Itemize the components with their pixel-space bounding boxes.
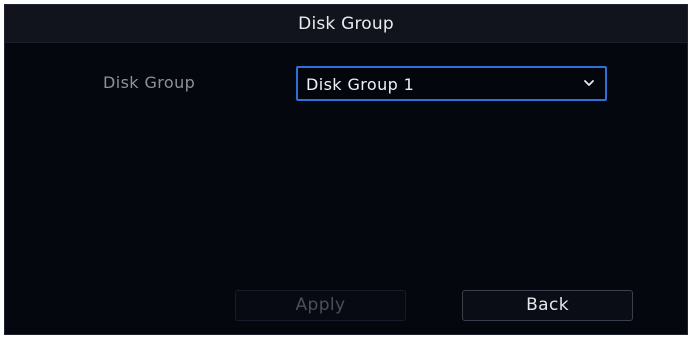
chevron-down-icon — [584, 80, 594, 86]
apply-button[interactable]: Apply — [235, 290, 406, 321]
disk-group-dialog: Disk Group Disk Group Disk Group 1 Apply… — [4, 4, 688, 335]
disk-group-selected-value: Disk Group 1 — [306, 75, 415, 94]
disk-group-label: Disk Group — [103, 73, 196, 92]
dialog-title: Disk Group — [298, 14, 394, 34]
back-button[interactable]: Back — [462, 290, 633, 321]
dialog-titlebar: Disk Group — [5, 5, 687, 43]
disk-group-select[interactable]: Disk Group 1 — [296, 66, 607, 101]
